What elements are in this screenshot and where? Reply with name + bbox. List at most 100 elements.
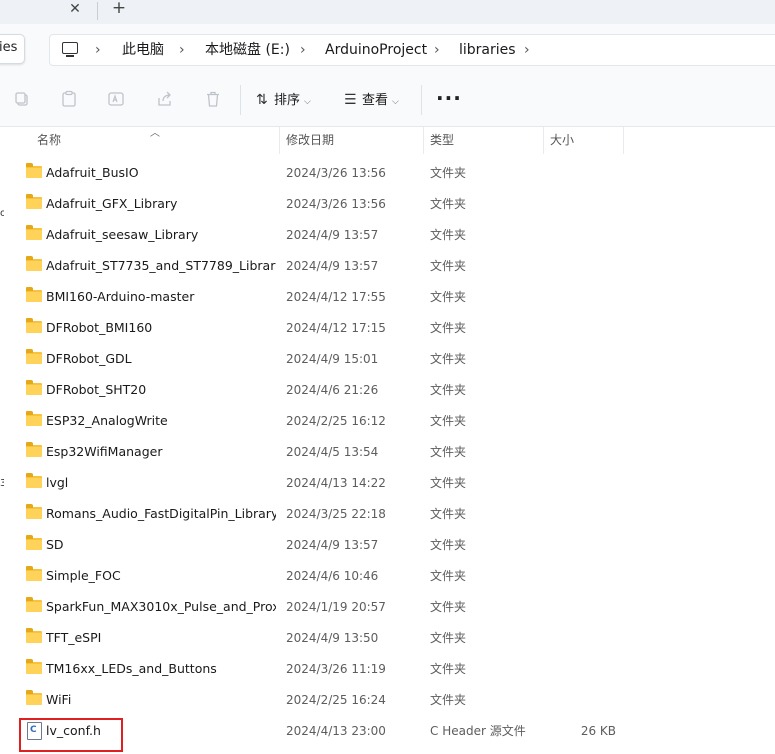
column-divider[interactable] bbox=[423, 127, 424, 154]
breadcrumb-separator[interactable]: › bbox=[95, 41, 101, 59]
item-type: C Header 源文件 bbox=[430, 724, 526, 738]
column-divider[interactable] bbox=[543, 127, 544, 154]
folder-row[interactable]: TM16xx_LEDs_and_Buttons 2024/3/26 11:19 文件… bbox=[0, 654, 775, 685]
folder-row[interactable]: TFT_eSPI 2024/4/9 13:50 文件夹 bbox=[0, 623, 775, 654]
folder-icon bbox=[26, 380, 42, 395]
folder-row[interactable]: SparkFun_MAX3010x_Pulse_and_Proxi... 2024… bbox=[0, 592, 775, 623]
column-divider[interactable] bbox=[279, 127, 280, 154]
nav-pane-edge: 3 bbox=[0, 479, 4, 489]
view-label: 查看 bbox=[362, 93, 389, 108]
item-modified-date: 2024/4/12 17:55 bbox=[286, 290, 386, 304]
folder-row[interactable]: WiFi 2024/2/25 16:24 文件夹 bbox=[0, 685, 775, 716]
breadcrumb-item-this-pc[interactable]: 此电脑 bbox=[122, 41, 164, 59]
folder-icon bbox=[26, 318, 42, 333]
folder-icon bbox=[26, 473, 42, 488]
command-bar: ⇅ 排序 ⌵ ☰ 查看 ⌵ ··· bbox=[0, 76, 775, 127]
copy-icon[interactable] bbox=[12, 90, 32, 110]
share-icon[interactable] bbox=[155, 90, 175, 110]
item-modified-date: 2024/4/12 17:15 bbox=[286, 321, 386, 335]
item-modified-date: 2024/2/25 16:24 bbox=[286, 693, 386, 707]
item-name: TFT_eSPI bbox=[46, 630, 102, 645]
item-name: SparkFun_MAX3010x_Pulse_and_Proxi... bbox=[46, 599, 276, 614]
item-modified-date: 2024/4/13 23:00 bbox=[286, 724, 386, 738]
item-modified-date: 2024/3/26 13:56 bbox=[286, 197, 386, 211]
toolbar-divider bbox=[240, 85, 241, 115]
column-header-size[interactable]: 大小 bbox=[550, 127, 574, 154]
overflow-tab[interactable]: ies bbox=[0, 34, 25, 64]
column-divider[interactable] bbox=[623, 127, 624, 154]
folder-row[interactable]: Romans_Audio_FastDigitalPin_Library 2024/… bbox=[0, 499, 775, 530]
folder-icon bbox=[26, 628, 42, 643]
delete-icon[interactable] bbox=[203, 90, 223, 110]
folder-row[interactable]: Adafruit_seesaw_Library 2024/4/9 13:57 文件夹 bbox=[0, 220, 775, 251]
folder-icon bbox=[26, 566, 42, 581]
item-name: TM16xx_LEDs_and_Buttons bbox=[46, 661, 217, 676]
item-name: ESP32_AnalogWrite bbox=[46, 413, 168, 428]
breadcrumb-separator[interactable]: › bbox=[524, 41, 530, 59]
folder-row[interactable]: DFRobot_GDL 2024/4/9 15:01 文件夹 bbox=[0, 344, 775, 375]
folder-row[interactable]: Esp32WifiManager 2024/4/5 13:54 文件夹 bbox=[0, 437, 775, 468]
folder-row[interactable]: BMI160-Arduino-master 2024/4/12 17:55 文件夹 bbox=[0, 282, 775, 313]
folder-icon bbox=[26, 659, 42, 674]
item-modified-date: 2024/3/25 22:18 bbox=[286, 507, 386, 521]
rename-icon[interactable] bbox=[106, 90, 126, 110]
item-modified-date: 2024/3/26 13:56 bbox=[286, 166, 386, 180]
breadcrumb-item-libraries[interactable]: libraries bbox=[459, 41, 516, 59]
item-type: 文件夹 bbox=[430, 693, 467, 707]
paste-icon[interactable] bbox=[59, 90, 79, 110]
column-header-name[interactable]: 名称 bbox=[37, 127, 61, 154]
item-name: Romans_Audio_FastDigitalPin_Library bbox=[46, 506, 276, 521]
close-tab-icon[interactable]: ✕ bbox=[66, 0, 84, 20]
breadcrumb-item-arduinoproject[interactable]: ArduinoProject bbox=[325, 41, 427, 59]
overflow-tab-label: ies bbox=[0, 40, 18, 55]
folder-icon bbox=[26, 411, 42, 426]
item-type: 文件夹 bbox=[430, 290, 467, 304]
file-list: 名称 ︿ 修改日期 类型 大小 Adafruit_BusIO 2024/3/26 … bbox=[0, 127, 775, 754]
folder-row[interactable]: Adafruit_BusIO 2024/3/26 13:56 文件夹 bbox=[0, 158, 775, 189]
item-type: 文件夹 bbox=[430, 476, 467, 490]
tab-strip: ✕ + bbox=[0, 0, 775, 24]
breadcrumb-item-local-disk[interactable]: 本地磁盘 (E:) bbox=[205, 41, 290, 59]
sort-button[interactable]: ⇅ 排序 ⌵ bbox=[256, 89, 311, 111]
folder-row[interactable]: DFRobot_SHT20 2024/4/6 21:26 文件夹 bbox=[0, 375, 775, 406]
item-type: 文件夹 bbox=[430, 662, 467, 676]
item-type: 文件夹 bbox=[430, 600, 467, 614]
more-options-button[interactable]: ··· bbox=[436, 88, 462, 108]
column-header-date[interactable]: 修改日期 bbox=[286, 127, 334, 154]
computer-icon[interactable] bbox=[62, 42, 78, 57]
item-type: 文件夹 bbox=[430, 321, 467, 335]
item-type: 文件夹 bbox=[430, 259, 467, 273]
folder-icon bbox=[26, 442, 42, 457]
sort-ascending-icon: ︿ bbox=[150, 128, 160, 139]
folder-icon bbox=[26, 349, 42, 364]
folder-row[interactable]: DFRobot_BMI160 2024/4/12 17:15 文件夹 bbox=[0, 313, 775, 344]
breadcrumb-separator[interactable]: › bbox=[179, 41, 185, 59]
address-bar[interactable]: › 此电脑 › 本地磁盘 (E:) › ArduinoProject › lib… bbox=[49, 34, 775, 66]
item-name: lvgl bbox=[46, 475, 69, 490]
folder-row[interactable]: lvgl 2024/4/13 14:22 文件夹 bbox=[0, 468, 775, 499]
new-tab-button[interactable]: + bbox=[110, 0, 128, 19]
item-type: 文件夹 bbox=[430, 507, 467, 521]
sort-label: 排序 bbox=[274, 93, 301, 108]
item-type: 文件夹 bbox=[430, 631, 467, 645]
folder-row[interactable]: ESP32_AnalogWrite 2024/2/25 16:12 文件夹 bbox=[0, 406, 775, 437]
item-size: 26 KB bbox=[580, 724, 616, 738]
item-name: DFRobot_SHT20 bbox=[46, 382, 147, 397]
item-type: 文件夹 bbox=[430, 383, 467, 397]
item-modified-date: 2024/4/5 13:54 bbox=[286, 445, 379, 459]
item-modified-date: 2024/4/6 21:26 bbox=[286, 383, 379, 397]
item-modified-date: 2024/4/9 13:57 bbox=[286, 228, 379, 242]
breadcrumb-separator[interactable]: › bbox=[434, 41, 440, 59]
item-name: Adafruit_BusIO bbox=[46, 165, 139, 180]
view-button[interactable]: ☰ 查看 ⌵ bbox=[344, 89, 399, 111]
nav-pane-edge: o bbox=[0, 209, 4, 219]
breadcrumb-separator[interactable]: › bbox=[300, 41, 306, 59]
highlight-annotation bbox=[19, 718, 123, 752]
folder-row[interactable]: SD 2024/4/9 13:57 文件夹 bbox=[0, 530, 775, 561]
folder-row[interactable]: Adafruit_ST7735_and_ST7789_Library 2024/4… bbox=[0, 251, 775, 282]
folder-row[interactable]: Simple_FOC 2024/4/6 10:46 文件夹 bbox=[0, 561, 775, 592]
column-header-type[interactable]: 类型 bbox=[430, 127, 454, 154]
item-type: 文件夹 bbox=[430, 414, 467, 428]
item-modified-date: 2024/4/9 13:50 bbox=[286, 631, 379, 645]
folder-row[interactable]: Adafruit_GFX_Library 2024/3/26 13:56 文件夹 bbox=[0, 189, 775, 220]
